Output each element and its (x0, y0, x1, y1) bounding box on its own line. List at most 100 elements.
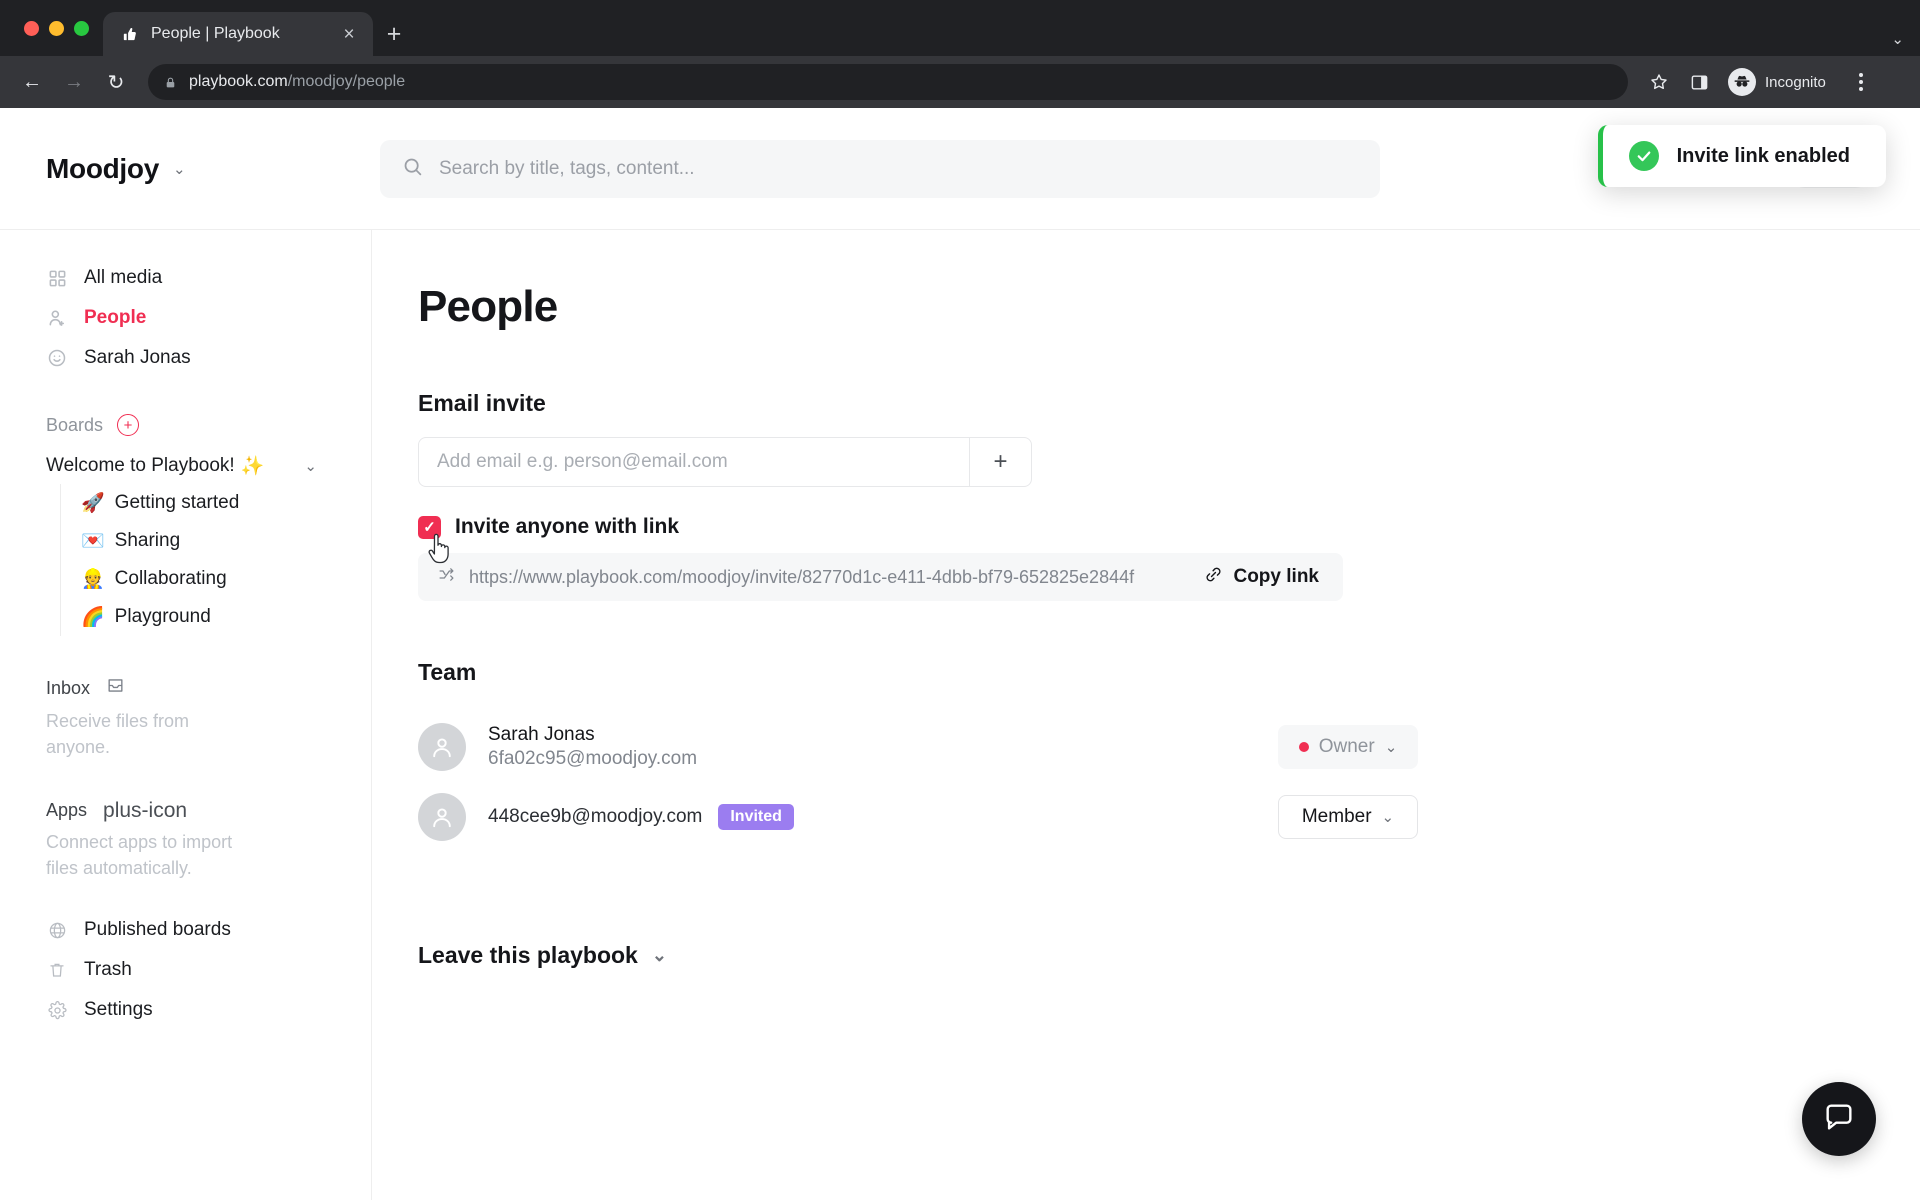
sidebar-item-settings[interactable]: Settings (0, 990, 371, 1030)
minimize-window-button[interactable] (49, 20, 64, 36)
member-email: 448cee9b@moodjoy.com (488, 806, 703, 827)
board-group-title: Welcome to Playbook! (46, 455, 235, 476)
forward-button[interactable]: → (56, 64, 92, 100)
app-topbar: Moodjoy ⌄ Search by title, tags, content… (0, 108, 1920, 230)
table-row: 448cee9b@moodjoy.com Invited Member ⌄ (418, 788, 1418, 846)
inbox-section-header[interactable]: Inbox (0, 676, 371, 700)
table-row: Sarah Jonas 6fa02c95@moodjoy.com Owner ⌄ (418, 718, 1418, 776)
shuffle-icon[interactable] (438, 566, 455, 588)
apps-section-header[interactable]: Apps plus-icon (0, 800, 371, 821)
chevron-down-icon: ⌄ (173, 160, 186, 178)
user-avatar-icon (418, 793, 466, 841)
board-label: Getting started (114, 492, 240, 513)
sidebar: All media People Sarah Jonas Boards + We… (0, 230, 372, 1200)
side-panel-icon[interactable] (1682, 65, 1716, 99)
sidebar-item-label: All media (84, 267, 163, 288)
search-icon (402, 156, 423, 182)
sidebar-board-collaborating[interactable]: 👷 Collaborating (71, 560, 371, 598)
sidebar-item-label: Published boards (84, 919, 231, 940)
sidebar-item-label: Settings (84, 999, 153, 1020)
copy-link-label: Copy link (1233, 566, 1319, 587)
board-emoji: 👷 (81, 569, 105, 590)
chevron-down-icon: ⌄ (1384, 739, 1398, 756)
playbook-thumb-icon (119, 24, 139, 44)
email-input[interactable] (419, 438, 969, 486)
maximize-window-button[interactable] (74, 20, 89, 36)
address-bar-text: playbook.com/moodjoy/people (189, 73, 405, 91)
app-page: Moodjoy ⌄ Search by title, tags, content… (0, 108, 1920, 1200)
browser-toolbar: ← → ↻ playbook.com/moodjoy/people Incogn… (0, 56, 1920, 108)
inbox-caption: Receive files from anyone. (46, 711, 190, 758)
add-email-button[interactable]: + (969, 438, 1031, 486)
search-input[interactable]: Search by title, tags, content... (380, 139, 1380, 198)
invite-link-checkbox[interactable]: ✓ (418, 515, 441, 539)
sidebar-board-sharing[interactable]: 💌 Sharing (71, 522, 371, 560)
sidebar-board-playground[interactable]: 🌈 Playground (71, 598, 371, 636)
incognito-icon (1728, 68, 1756, 96)
board-label: Playground (114, 606, 211, 627)
smiley-icon (46, 347, 68, 369)
leave-playbook-label: Leave this playbook (418, 942, 638, 968)
close-tab-button[interactable]: × (337, 22, 361, 46)
add-app-button[interactable]: plus-icon (103, 800, 187, 821)
copy-link-button[interactable]: Copy link (1204, 565, 1319, 590)
reload-button[interactable]: ↻ (98, 64, 134, 100)
status-badge: Invited (718, 804, 794, 830)
app-body: All media People Sarah Jonas Boards + We… (0, 230, 1920, 1200)
invite-link-checkbox-label: Invite anyone with link (455, 515, 680, 538)
boards-label: Boards (46, 414, 104, 435)
add-board-button[interactable]: + (117, 414, 140, 436)
new-tab-button[interactable]: + (373, 12, 415, 56)
search-area: Search by title, tags, content... (372, 139, 1786, 198)
trash-icon (46, 959, 68, 981)
apps-label: Apps (46, 800, 88, 821)
main-content: People Email invite + ✓ Invite anyone wi… (372, 230, 1920, 1200)
grid-icon (46, 267, 68, 289)
page-title: People (418, 282, 558, 331)
board-group-welcome-to-playbook[interactable]: Welcome to Playbook! ✨ ⌄ (0, 448, 371, 484)
sidebar-item-all-media[interactable]: All media (0, 258, 371, 298)
profile-incognito-button[interactable]: Incognito (1724, 65, 1840, 99)
apps-caption: Connect apps to import files automatical… (46, 832, 233, 879)
sidebar-item-published-boards[interactable]: Published boards (0, 910, 371, 950)
search-placeholder: Search by title, tags, content... (439, 157, 695, 179)
toast-message: Invite link enabled (1676, 144, 1850, 167)
sidebar-item-people[interactable]: People (0, 298, 371, 338)
inbox-tray-icon (106, 676, 125, 700)
board-emoji: 🌈 (81, 607, 105, 628)
workspace-switcher[interactable]: Moodjoy ⌄ (0, 153, 372, 185)
sidebar-item-sarah-jonas[interactable]: Sarah Jonas (0, 338, 371, 378)
browser-tabstrip: People | Playbook × + ⌄ (0, 0, 1920, 56)
workspace-name: Moodjoy (46, 152, 159, 184)
board-group-emoji: ✨ (240, 456, 265, 477)
sidebar-item-label: People (84, 307, 147, 328)
board-children: 🚀 Getting started 💌 Sharing 👷 Collaborat… (60, 484, 371, 636)
bookmark-star-icon[interactable] (1642, 65, 1676, 99)
link-icon (1204, 565, 1223, 590)
chevron-down-icon[interactable]: ⌄ (304, 457, 325, 475)
role-dropdown-member[interactable]: Member ⌄ (1278, 795, 1418, 839)
role-dropdown-owner[interactable]: Owner ⌄ (1278, 725, 1418, 769)
member-email: 6fa02c95@moodjoy.com (488, 748, 698, 769)
lock-icon (164, 76, 177, 89)
tab-list-chevron-icon[interactable]: ⌄ (1891, 30, 1904, 48)
invite-anyone-with-link-row[interactable]: ✓ Invite anyone with link (418, 515, 1920, 564)
sidebar-item-trash[interactable]: Trash (0, 950, 371, 990)
board-label: Sharing (114, 530, 181, 551)
address-bar[interactable]: playbook.com/moodjoy/people (148, 64, 1628, 100)
email-invite-heading: Email invite (418, 390, 546, 416)
close-window-button[interactable] (24, 20, 39, 36)
browser-menu-button[interactable] (1846, 73, 1876, 91)
browser-tab-title: People | Playbook (151, 25, 280, 42)
back-button[interactable]: ← (14, 64, 50, 100)
leave-playbook-button[interactable]: Leave this playbook ⌄ (418, 942, 1920, 969)
browser-tab[interactable]: People | Playbook × (103, 12, 373, 56)
sidebar-item-label: Sarah Jonas (84, 347, 191, 368)
team-list: Sarah Jonas 6fa02c95@moodjoy.com Owner ⌄ (418, 706, 1920, 846)
window-traffic-lights (14, 0, 103, 56)
chat-bubble-button[interactable] (1802, 1082, 1876, 1156)
sidebar-item-label: Trash (84, 959, 132, 980)
member-name: Sarah Jonas (488, 724, 595, 745)
sidebar-board-getting-started[interactable]: 🚀 Getting started (71, 484, 371, 522)
invite-link-url[interactable]: https://www.playbook.com/moodjoy/invite/… (469, 567, 1190, 588)
